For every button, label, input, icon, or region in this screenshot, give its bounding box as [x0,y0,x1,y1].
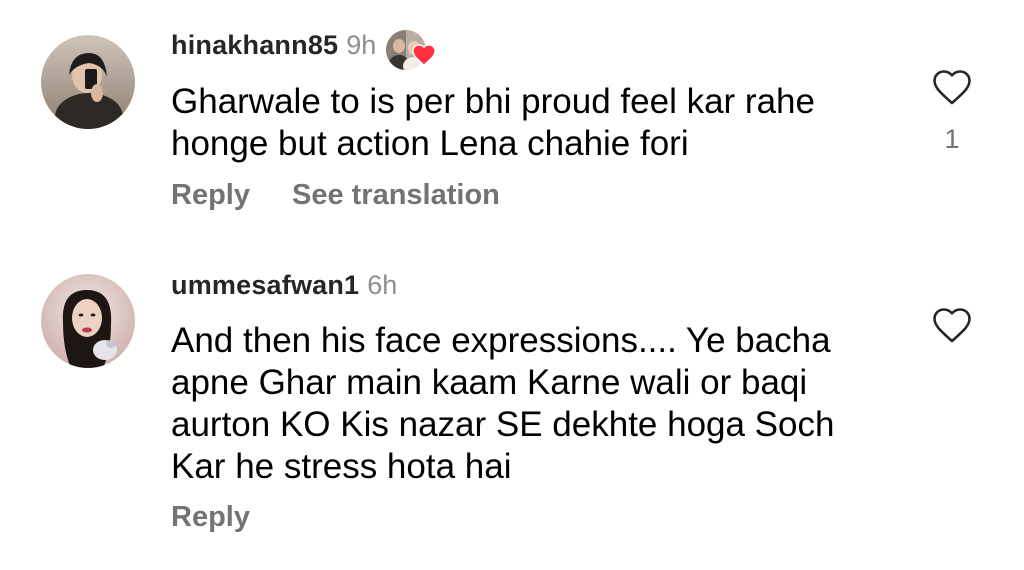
username[interactable]: ummesafwan1 [171,270,359,301]
like-count: 1 [944,124,960,154]
timestamp: 6h [367,270,398,300]
heart-outline-icon[interactable] [931,68,973,108]
comment-text: And then his face expressions.... Ye bac… [171,321,835,486]
comment-text: Gharwale to is per bhi proud feel kar ra… [171,82,815,163]
avatar[interactable] [41,274,135,368]
reply-button[interactable]: Reply [171,179,250,212]
username[interactable]: hinakhann85 [171,30,338,61]
timestamp: 9h [346,30,377,60]
liked-by-creator-badge [386,30,436,72]
avatar[interactable] [41,35,135,129]
heart-outline-icon[interactable] [931,306,973,346]
see-translation-button[interactable]: See translation [292,179,500,212]
reply-button[interactable]: Reply [171,501,250,534]
heart-filled-icon [412,44,436,66]
